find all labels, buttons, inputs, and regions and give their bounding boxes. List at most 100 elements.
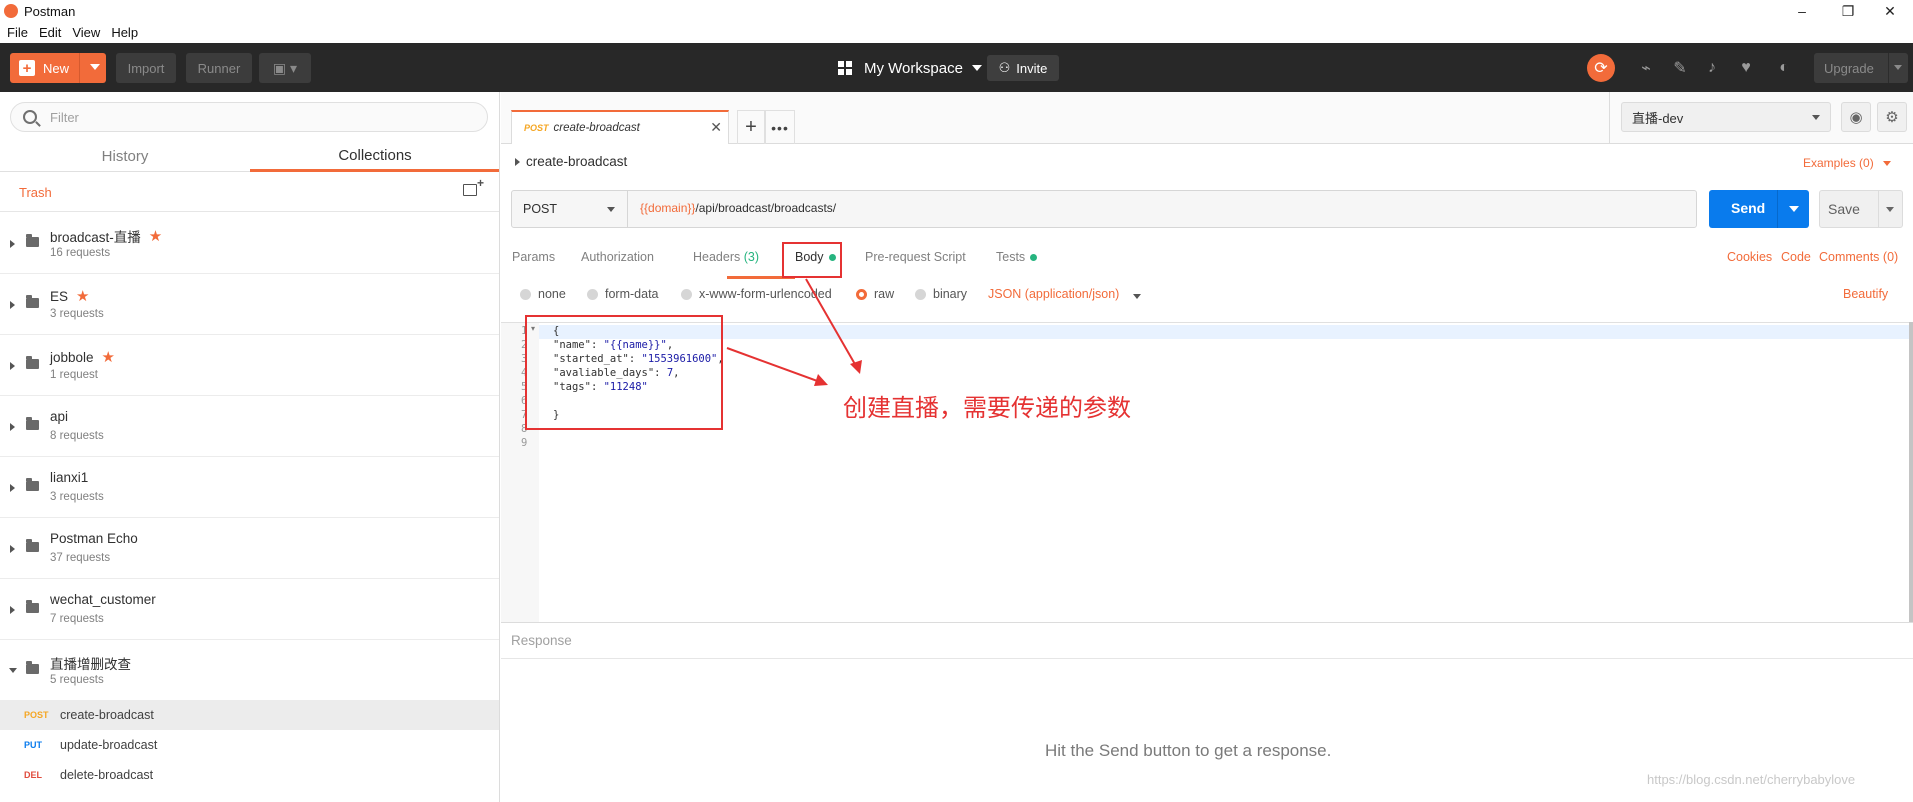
import-button[interactable]: Import <box>116 53 176 83</box>
request-item-create[interactable]: POST create-broadcast <box>0 700 499 730</box>
radio-form-data[interactable]: form-data <box>587 287 659 301</box>
new-window-button[interactable]: ▣ ▾ <box>259 53 311 83</box>
caret-right-icon[interactable] <box>10 423 15 431</box>
code-link[interactable]: Code <box>1781 250 1811 264</box>
request-method: POST <box>24 710 49 720</box>
bell-icon[interactable]: ♪ <box>1700 56 1724 80</box>
send-divider <box>1777 190 1778 228</box>
content-type-select[interactable]: JSON (application/json) <box>988 287 1119 301</box>
collection-item[interactable]: Postman Echo 37 requests <box>0 518 499 579</box>
collection-item[interactable]: api 8 requests <box>0 396 499 457</box>
radio-binary[interactable]: binary <box>915 287 967 301</box>
menu-help[interactable]: Help <box>111 25 138 40</box>
editor-scrollbar[interactable] <box>1909 322 1913 622</box>
tab-prerequest-script[interactable]: Pre-request Script <box>865 250 966 264</box>
runner-button[interactable]: Runner <box>186 53 252 83</box>
url-input[interactable]: {{domain}}/api/broadcast/broadcasts/ <box>640 201 836 215</box>
chevron-down-icon[interactable] <box>1133 294 1141 299</box>
new-collection-icon[interactable] <box>463 176 484 196</box>
maximize-button[interactable]: ❐ <box>1825 0 1871 22</box>
settings-wrench-icon[interactable]: ✎ <box>1668 56 1692 80</box>
caret-down-icon[interactable] <box>9 668 17 673</box>
caret-right-icon[interactable] <box>10 362 15 370</box>
sync-icon[interactable]: ⟳ <box>1587 54 1615 82</box>
chevron-down-icon[interactable] <box>90 64 100 70</box>
satellite-icon[interactable]: ⌁ <box>1634 56 1658 80</box>
radio-circle <box>681 288 692 300</box>
collection-item[interactable]: lianxi1 3 requests <box>0 457 499 518</box>
radio-circle-selected <box>856 288 867 300</box>
radio-none[interactable]: none <box>520 287 566 301</box>
tab-authorization[interactable]: Authorization <box>581 250 654 264</box>
request-tab-name: create-broadcast <box>553 122 640 134</box>
tab-params[interactable]: Params <box>512 250 555 264</box>
collection-item[interactable]: ES ★ 3 requests <box>0 274 499 335</box>
gear-icon[interactable]: ⚙ <box>1877 102 1907 132</box>
collection-name: ES ★ <box>50 287 90 305</box>
star-icon[interactable]: ★ <box>76 287 89 305</box>
collection-item[interactable]: 直播增删改查 5 requests <box>0 640 499 701</box>
chevron-down-icon[interactable] <box>1883 161 1891 166</box>
method-select[interactable]: POST <box>512 191 628 227</box>
menu-view[interactable]: View <box>72 25 100 40</box>
tab-headers[interactable]: Headers (3) <box>693 250 759 264</box>
collection-item[interactable]: broadcast-直播 ★ 16 requests <box>0 213 499 274</box>
upgrade-button[interactable]: Upgrade <box>1814 53 1908 83</box>
radio-raw[interactable]: raw <box>856 287 894 301</box>
more-tabs-icon[interactable]: ••• <box>765 110 795 144</box>
folder-icon <box>26 417 39 430</box>
chevron-down-icon[interactable] <box>1894 65 1902 70</box>
request-item-delete[interactable]: DEL delete-broadcast <box>0 760 499 790</box>
examples-link[interactable]: Examples (0) <box>1803 156 1874 170</box>
close-window-button[interactable]: ✕ <box>1867 0 1913 22</box>
collection-item[interactable]: wechat_customer 7 requests <box>0 579 499 640</box>
caret-right-icon[interactable] <box>10 484 15 492</box>
add-tab-button[interactable]: + <box>737 110 765 144</box>
chevron-down-icon <box>607 207 615 212</box>
radio-circle <box>587 288 598 300</box>
radio-urlencoded[interactable]: x-www-form-urlencoded <box>681 287 832 301</box>
chevron-down-icon[interactable] <box>1789 206 1799 212</box>
trash-link[interactable]: Trash <box>19 185 52 200</box>
caret-right-icon[interactable] <box>515 158 520 166</box>
tab-history[interactable]: History <box>0 142 250 172</box>
filter-input[interactable] <box>50 109 450 125</box>
comments-link[interactable]: Comments (0) <box>1819 250 1898 264</box>
caret-right-icon[interactable] <box>10 606 15 614</box>
request-tab[interactable]: POST create-broadcast ✕ <box>511 110 729 144</box>
tab-tests[interactable]: Tests <box>996 250 1038 264</box>
collection-item[interactable]: jobbole ★ 1 request <box>0 335 499 396</box>
save-button[interactable]: Save <box>1819 190 1903 228</box>
heart-icon[interactable]: ♥ <box>1734 56 1758 80</box>
caret-right-icon[interactable] <box>10 240 15 248</box>
tab-collections[interactable]: Collections <box>250 142 499 172</box>
menu-edit[interactable]: Edit <box>39 25 61 40</box>
folder-icon <box>26 478 39 491</box>
workspace-grid-icon <box>838 61 852 75</box>
environment-select[interactable]: 直播-dev <box>1621 102 1831 132</box>
chevron-down-icon[interactable] <box>1886 207 1894 212</box>
user-avatar-icon[interactable]: ◐ <box>1772 56 1796 80</box>
workspace-switcher[interactable]: My Workspace <box>838 56 982 80</box>
new-button[interactable]: + New <box>10 53 106 83</box>
close-icon[interactable]: ✕ <box>710 119 722 136</box>
star-icon[interactable]: ★ <box>102 348 115 366</box>
star-icon[interactable]: ★ <box>149 227 162 245</box>
new-button-label: New <box>43 60 70 76</box>
new-window-icon: ▣ ▾ <box>272 59 298 76</box>
caret-right-icon[interactable] <box>10 545 15 553</box>
menu-file[interactable]: File <box>7 25 28 40</box>
invite-button[interactable]: ⚇ Invite <box>987 55 1059 81</box>
send-button[interactable]: Send <box>1709 190 1809 228</box>
eye-icon[interactable]: ◉ <box>1841 102 1871 132</box>
minimize-button[interactable]: – <box>1779 0 1825 22</box>
beautify-link[interactable]: Beautify <box>1843 287 1888 301</box>
collection-count: 5 requests <box>50 674 104 686</box>
cookies-link[interactable]: Cookies <box>1727 250 1772 264</box>
collection-name: 直播增删改查 <box>50 657 131 672</box>
request-item-update[interactable]: PUT update-broadcast <box>0 730 499 760</box>
collection-count: 16 requests <box>50 247 111 259</box>
caret-right-icon[interactable] <box>10 301 15 309</box>
postman-logo-icon <box>4 4 18 18</box>
response-header: Response <box>501 623 1913 659</box>
